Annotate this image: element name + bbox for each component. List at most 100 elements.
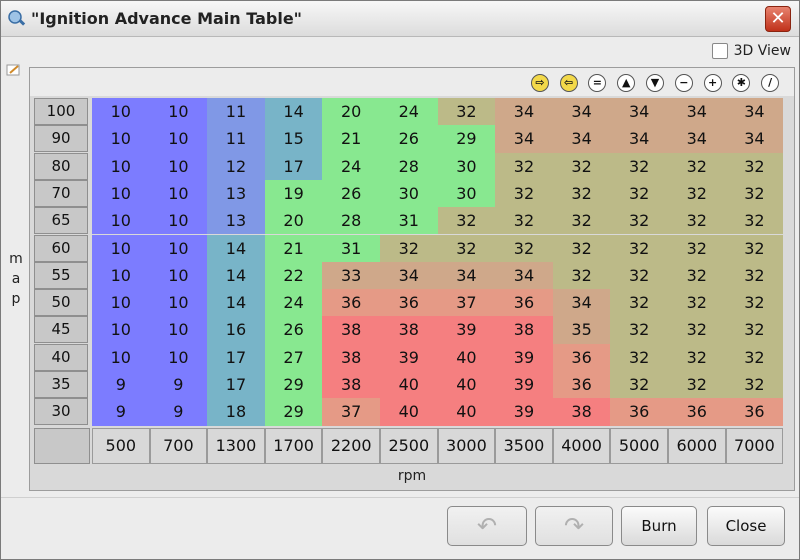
table-cell[interactable]: 32 [725,207,784,235]
table-cell[interactable]: 40 [437,398,496,426]
table-cell[interactable]: 32 [668,371,726,399]
table-cell[interactable]: 19 [264,179,323,208]
table-cell[interactable]: 34 [552,125,611,153]
table-cell[interactable]: 39 [495,371,553,399]
row-header[interactable]: 80 [34,152,88,180]
table-cell[interactable]: 39 [437,316,496,344]
table-cell[interactable]: 34 [552,98,611,126]
table-cell[interactable]: 35 [552,316,611,344]
table-cell[interactable]: 38 [322,371,380,399]
edit-pencil-icon[interactable] [6,63,22,77]
row-header[interactable]: 35 [34,371,88,398]
table-cell[interactable]: 26 [264,316,323,344]
table-cell[interactable]: 10 [149,234,208,262]
table-cell[interactable]: 28 [380,152,438,180]
table-cell[interactable]: 32 [610,234,668,262]
table-cell[interactable]: 10 [92,261,150,290]
table-cell[interactable]: 32 [725,371,784,399]
table-cell[interactable]: 17 [264,152,323,180]
table-cell[interactable]: 14 [264,98,323,126]
table-cell[interactable]: 10 [92,98,150,126]
table-cell[interactable]: 14 [207,289,265,317]
table-cell[interactable]: 10 [92,289,150,317]
table-cell[interactable]: 10 [149,152,208,180]
table-cell[interactable]: 10 [92,125,150,153]
table-cell[interactable]: 32 [610,371,668,399]
table-cell[interactable]: 10 [149,289,208,317]
table-cell[interactable]: 10 [149,98,208,126]
table-cell[interactable]: 22 [264,261,323,290]
column-header[interactable]: 1700 [264,428,323,464]
table-cell[interactable]: 17 [207,371,265,399]
column-header[interactable]: 2500 [380,428,438,464]
table-cell[interactable]: 32 [552,207,611,235]
table-cell[interactable]: 10 [92,316,150,344]
column-header[interactable]: 3500 [495,428,553,464]
table-cell[interactable]: 26 [380,125,438,153]
column-header[interactable]: 5000 [610,428,668,464]
table-cell[interactable]: 36 [610,398,668,426]
column-header[interactable]: 4000 [552,428,611,464]
table-cell[interactable]: 24 [380,98,438,126]
row-header[interactable]: 70 [34,179,88,207]
row-header[interactable]: 60 [34,234,88,262]
table-cell[interactable]: 34 [610,125,668,153]
column-header[interactable]: 2200 [322,428,380,464]
table-cell[interactable]: 13 [207,179,265,208]
table-cell[interactable]: 36 [552,371,611,399]
undo-button[interactable]: ↶ [447,506,527,546]
table-cell[interactable]: 32 [610,343,668,371]
table-cell[interactable]: 10 [92,234,150,262]
table-cell[interactable]: 29 [264,398,323,426]
table-cell[interactable]: 34 [495,98,553,126]
table-cell[interactable]: 11 [207,98,265,126]
table-cell[interactable]: 39 [495,343,553,371]
table-cell[interactable]: 38 [322,316,380,344]
table-cell[interactable]: 10 [92,343,150,371]
table-cell[interactable]: 20 [264,207,323,235]
table-cell[interactable]: 36 [322,289,380,317]
table-cell[interactable]: 10 [92,152,150,180]
table-cell[interactable]: 32 [610,261,668,290]
table-cell[interactable]: 32 [725,289,784,317]
table-cell[interactable]: 30 [380,179,438,208]
arrow-right-icon[interactable]: ⇨ [530,74,549,92]
table-cell[interactable]: 32 [610,316,668,344]
table-cell[interactable]: 32 [725,316,784,344]
row-header[interactable]: 55 [34,261,88,289]
close-button[interactable]: Close [707,506,785,546]
table-cell[interactable]: 32 [610,179,668,208]
color-pen-icon[interactable]: / [761,74,780,92]
table-cell[interactable]: 29 [437,125,496,153]
table-cell[interactable]: 40 [437,343,496,371]
table-cell[interactable]: 28 [322,207,380,235]
table-cell[interactable]: 30 [437,152,496,180]
table-cell[interactable]: 32 [552,261,611,290]
table-cell[interactable]: 34 [610,98,668,126]
table-cell[interactable]: 38 [552,398,611,426]
arrow-left-icon[interactable]: ⇦ [559,74,578,92]
table-cell[interactable]: 31 [380,207,438,235]
table-cell[interactable]: 32 [552,179,611,208]
row-header[interactable]: 65 [34,207,88,235]
burn-button[interactable]: Burn [621,506,697,546]
down-triangle-icon[interactable]: ▼ [646,74,664,92]
table-cell[interactable]: 32 [495,179,553,208]
table-cell[interactable]: 30 [437,179,496,208]
table-cell[interactable]: 32 [610,152,668,180]
table-cell[interactable]: 36 [725,398,784,426]
table-cell[interactable]: 38 [495,316,553,344]
row-header[interactable]: 45 [34,316,88,344]
table-cell[interactable]: 29 [264,371,323,399]
table-cell[interactable]: 10 [92,179,150,208]
table-cell[interactable]: 11 [207,125,265,153]
table-cell[interactable]: 14 [207,234,265,262]
table-cell[interactable]: 32 [610,289,668,317]
table-cell[interactable]: 21 [322,125,380,153]
up-triangle-icon[interactable]: ▲ [617,74,636,92]
table-cell[interactable]: 40 [380,398,438,426]
table-cell[interactable]: 39 [495,398,553,426]
table-cell[interactable]: 38 [380,316,438,344]
table-cell[interactable]: 34 [495,125,553,153]
table-cell[interactable]: 32 [552,152,611,180]
